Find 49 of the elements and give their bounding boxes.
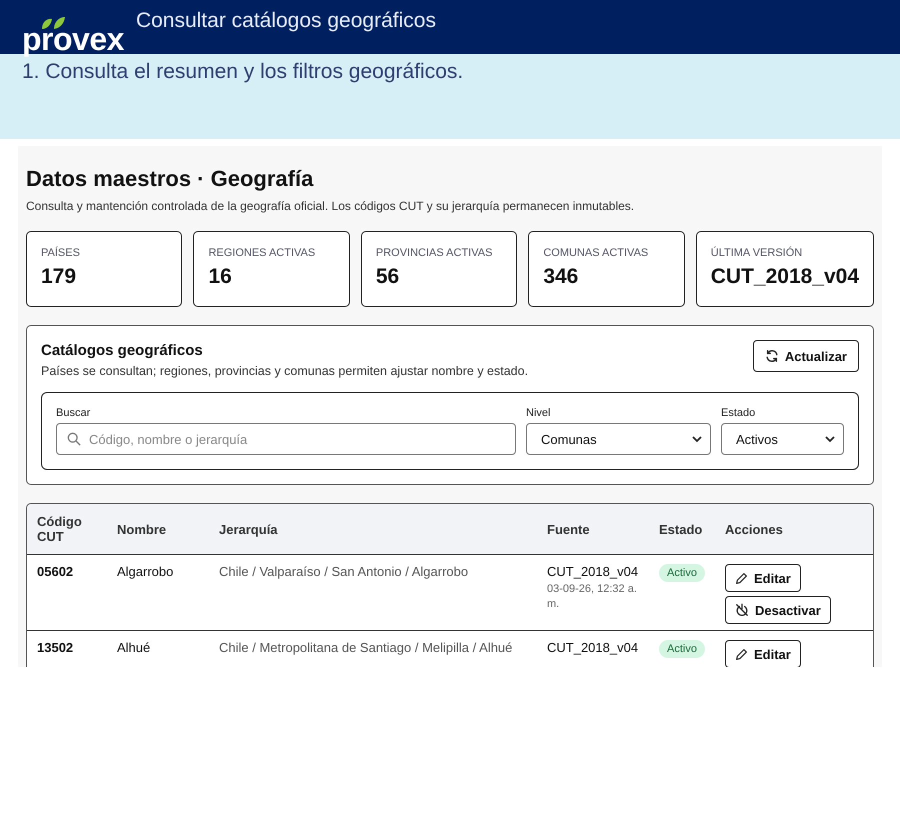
stat-value: 16 [208,265,233,289]
table-cell-text: 05602 [36,563,74,581]
stat-label: COMUNAS ACTIVAS [543,247,650,259]
status-badge: Activo [659,564,705,582]
table-cell: CUT_2018_v04 [547,640,639,655]
timestamp: 03-09-26, 12:32 a. m. [547,582,638,612]
header-title: Consultar catálogos geográficos [136,9,436,33]
stat-value: CUT_2018_v04 [710,265,860,289]
edit-button[interactable]: Editar [725,640,801,667]
stat-label: PROVINCIAS ACTIVAS [376,247,494,259]
edit-button[interactable]: Editar [725,564,801,592]
dropdown[interactable]: Activos [721,423,844,455]
panel-subtitle: Países se consultan; regiones, provincias y comunas permiten ajustar nombre y estado. [41,364,528,378]
field-label: Buscar [56,407,92,419]
pencil-icon [735,648,748,660]
stat-label: ÚLTIMA VERSIÓN [710,247,804,259]
column-header: Nombre [116,520,168,538]
stat-value: 56 [376,265,400,289]
chevron-down-icon [692,436,702,442]
table-cell-text: Alhué [116,639,152,657]
table-cell-text: Chile / Metropolitana de Santiago / Melipilla / Alhué [218,639,514,657]
deactivate-button[interactable]: Desactivar [725,596,831,624]
refresh-button[interactable]: Actualizar [752,340,859,372]
field-label: Estado [721,407,756,419]
chevron-down-icon [825,436,835,442]
field-label: Nivel [526,407,552,419]
pencil-icon [735,572,748,584]
column-header: Acciones [724,520,784,538]
status-badge: Activo [659,640,705,658]
stat-label: REGIONES ACTIVAS [208,247,316,259]
stat-value: 346 [543,265,580,289]
instruction-text: 1. Consulta el resumen y los filtros geográficos. [22,60,464,84]
column-header: Fuente [546,520,591,538]
column-header: Jerarquía [218,520,279,539]
refresh-icon [764,349,779,363]
dropdown[interactable]: Comunas [526,423,711,455]
column-header: Código CUT [36,513,83,546]
stat-value: 179 [41,265,78,289]
page-subtitle: Consulta y mantención controlada de la geografía oficial. Los códigos CUT y su jerarquía permanecen inmutables. [26,199,636,213]
page-title: Datos maestros · Geografía [26,166,314,192]
stat-label: PAÍSES [41,247,81,259]
panel-title: Catálogos geográficos [41,342,204,359]
table-cell-text: Chile / Valparaíso / San Antonio / Algarrobo [218,563,470,581]
column-header: Estado [658,520,704,538]
power-off-icon [735,603,749,617]
search-field[interactable]: Código, nombre o jerarquía [56,423,516,455]
table-cell-text: 13502 [36,639,74,657]
table-cell: CUT_2018_v04 [547,564,639,579]
table-cell-text: Algarrobo [116,563,174,581]
